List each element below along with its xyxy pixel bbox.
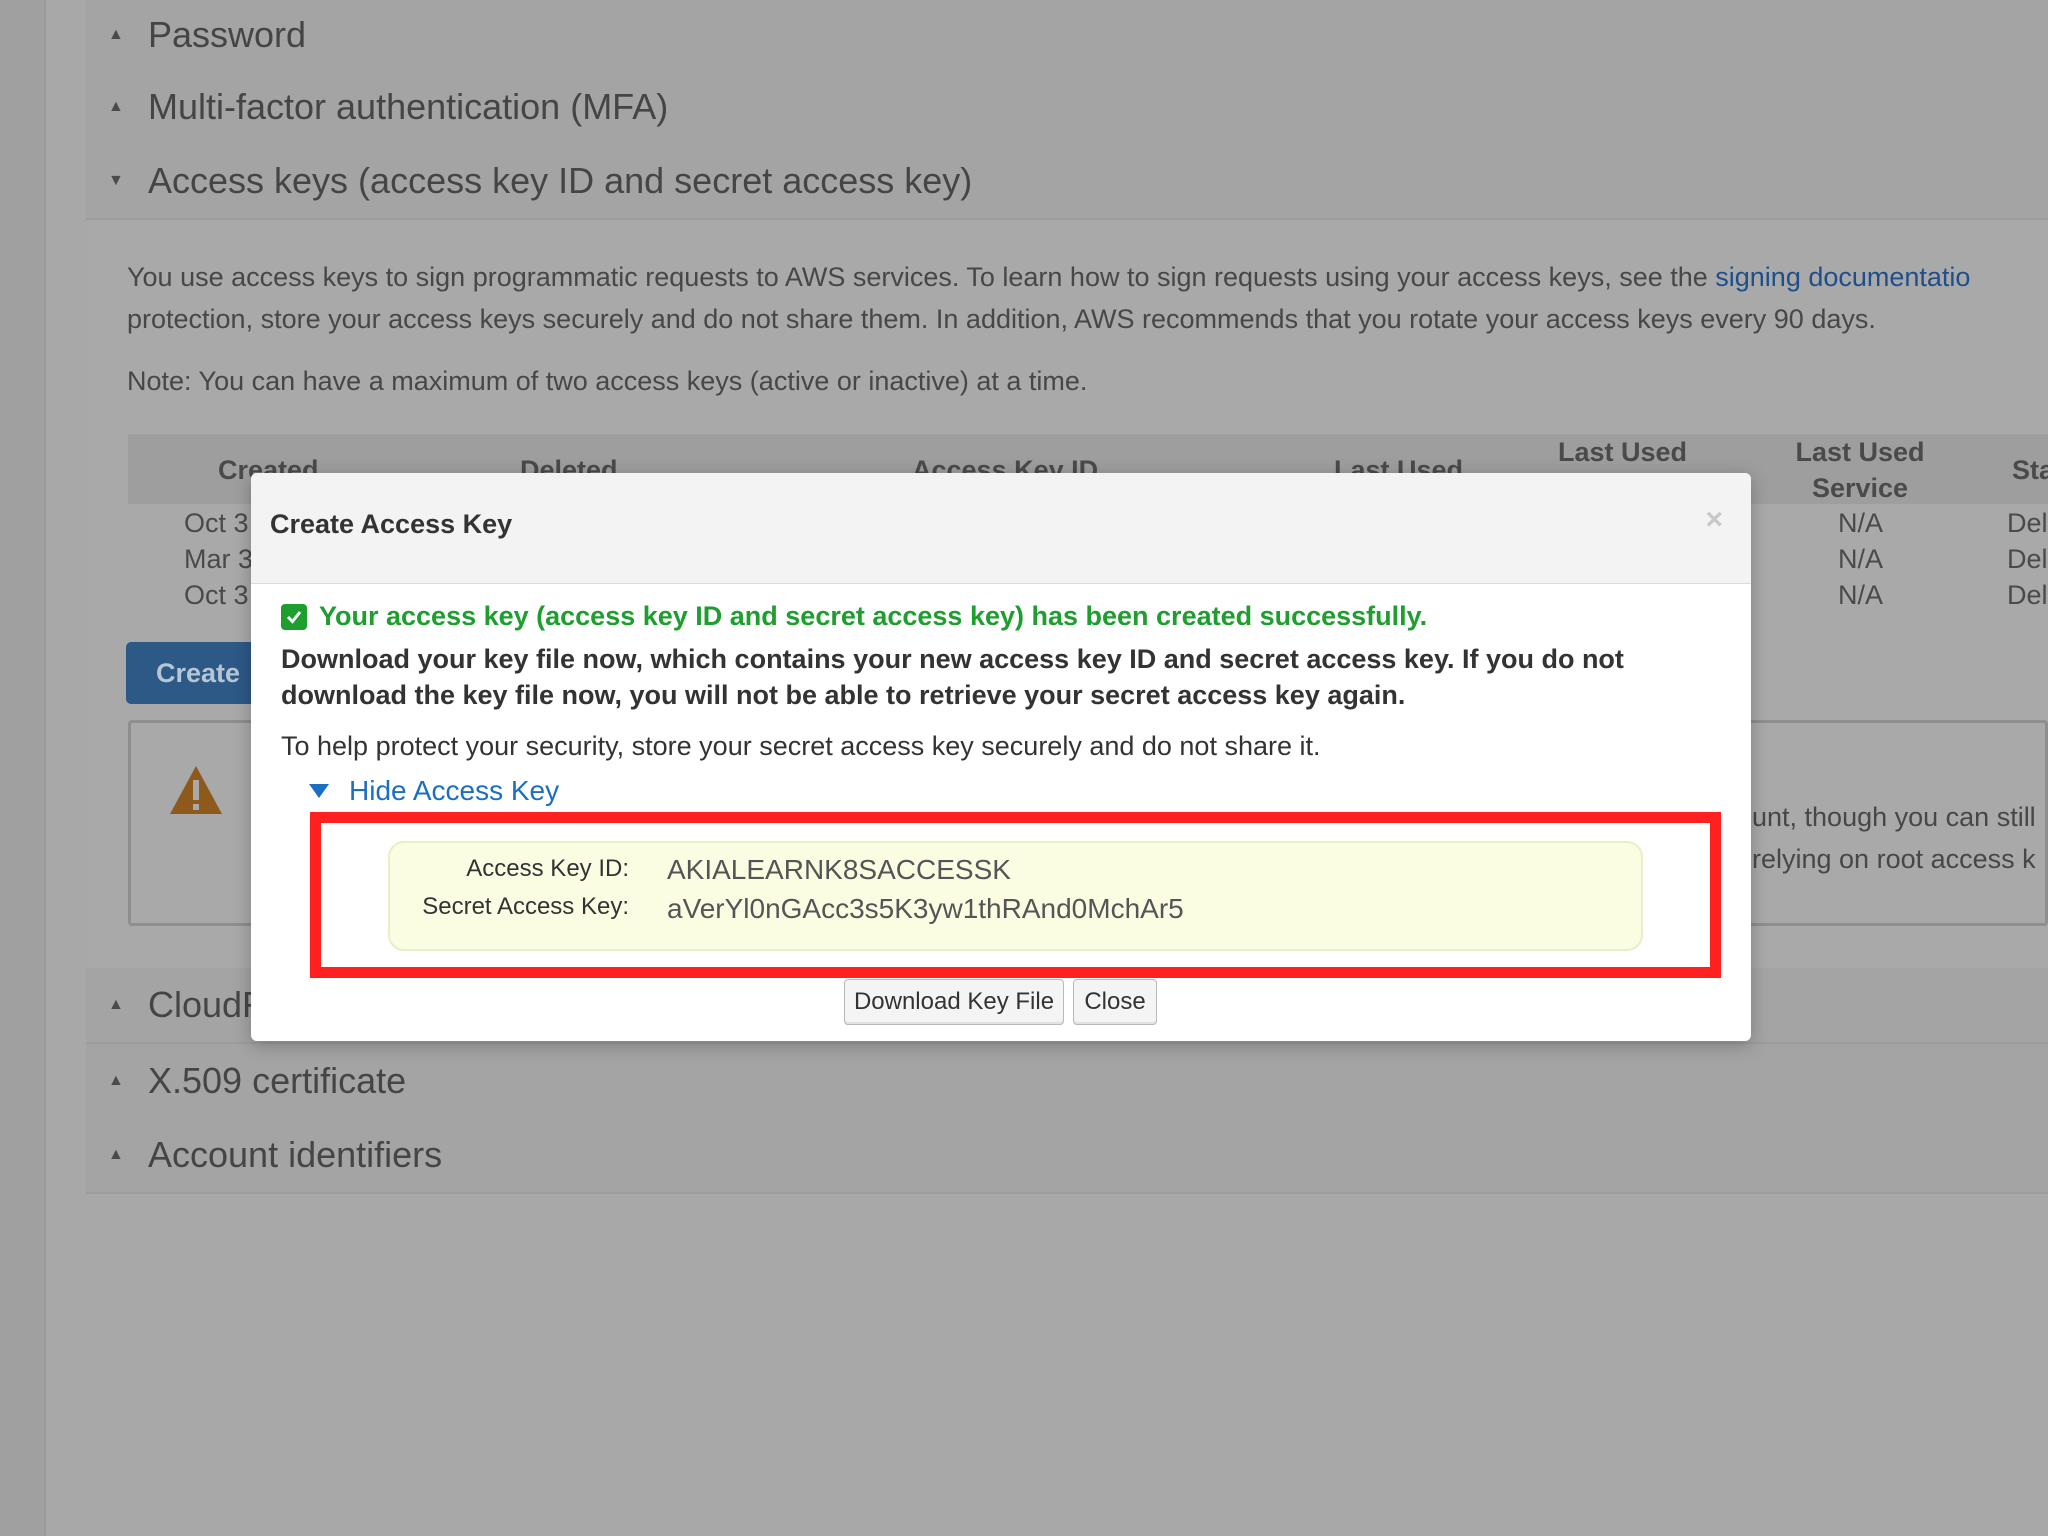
success-message: Your access key (access key ID and secre… <box>281 601 1427 632</box>
download-key-file-button[interactable]: Download Key File <box>844 979 1064 1025</box>
access-key-id-label: Access Key ID: <box>466 855 629 882</box>
table-cell-created: Oct 3 <box>184 508 249 538</box>
toggle-label: Hide Access Key <box>349 775 560 806</box>
section-title: X.509 certificate <box>148 1060 407 1101</box>
security-note-text: To help protect your security, store you… <box>281 731 1321 761</box>
collapse-triangle-icon: ▲ <box>108 98 124 115</box>
section-title: Account identifiers <box>148 1134 443 1175</box>
access-key-id-value: AKIALEARNK8SACCESSK <box>667 854 1011 885</box>
expand-triangle-icon: ▼ <box>108 172 124 189</box>
table-cell-status: Del <box>2007 580 2048 610</box>
collapse-triangle-icon: ▲ <box>108 1146 124 1163</box>
collapse-triangle-icon: ▲ <box>108 26 124 43</box>
checkmark-icon <box>281 603 307 630</box>
section-access-keys[interactable]: ▼ Access keys (access key ID and secret … <box>86 144 2048 220</box>
left-sidebar-strip <box>0 0 46 1536</box>
table-cell-service: N/A <box>1838 544 1884 574</box>
download-warning-text: Download your key file now, which contai… <box>281 644 1624 710</box>
dialog-title: Create Access Key <box>270 509 513 539</box>
close-button[interactable]: Close <box>1073 979 1157 1025</box>
expand-triangle-icon <box>309 784 329 798</box>
table-cell-created: Oct 3 <box>184 580 249 610</box>
column-header-last-used-service: Last Used Service <box>1795 437 1925 503</box>
access-keys-description-1: You use access keys to sign programmatic… <box>127 262 1970 293</box>
section-title: Password <box>148 14 307 55</box>
warning-text-1: unt, though you can still <box>1752 802 2036 832</box>
table-cell-status: Del <box>2007 544 2048 574</box>
table-cell-service: N/A <box>1838 508 1884 538</box>
success-text: Your access key (access key ID and secre… <box>319 601 1428 631</box>
section-title: Multi-factor authentication (MFA) <box>148 86 669 127</box>
section-title: Access keys (access key ID and secret ac… <box>148 160 973 201</box>
section-password[interactable]: ▲ Password <box>86 0 2048 72</box>
section-mfa[interactable]: ▲ Multi-factor authentication (MFA) <box>86 70 2048 146</box>
warning-text-2: relying on root access k <box>1752 844 2036 874</box>
column-header-status: Sta <box>2012 455 2048 485</box>
access-keys-description-2: protection, store your access keys secur… <box>127 304 1876 334</box>
access-key-details-box: Access Key ID: AKIALEARNK8SACCESSK Secre… <box>388 841 1643 951</box>
section-title: CloudF <box>148 984 265 1025</box>
section-x509-certificate[interactable]: ▲ X.509 certificate <box>86 1044 2048 1120</box>
table-cell-status: Del <box>2007 508 2048 538</box>
column-header-last-used-region: Last Used <box>1558 437 1688 467</box>
dialog-header: Create Access Key × <box>251 473 1751 584</box>
warning-triangle-icon <box>170 766 222 814</box>
table-cell-service: N/A <box>1838 580 1884 610</box>
secret-access-key-label: Secret Access Key: <box>422 893 629 920</box>
close-icon[interactable]: × <box>1705 503 1723 537</box>
secret-access-key-value: aVerYl0nGAcc3s5K3yw1thRAnd0MchAr5 <box>667 893 1184 924</box>
signing-documentation-link[interactable]: signing documentatio <box>1715 262 1970 292</box>
collapse-triangle-icon: ▲ <box>108 996 124 1013</box>
create-access-key-dialog: Create Access Key × Your access key (acc… <box>251 473 1751 1041</box>
collapse-triangle-icon: ▲ <box>108 1072 124 1089</box>
section-account-identifiers[interactable]: ▲ Account identifiers <box>86 1118 2048 1194</box>
description-text: You use access keys to sign programmatic… <box>127 262 1716 292</box>
access-keys-note: Note: You can have a maximum of two acce… <box>127 366 1088 396</box>
table-cell-created: Mar 3 <box>184 544 254 574</box>
hide-access-key-toggle[interactable]: Hide Access Key <box>309 775 559 807</box>
